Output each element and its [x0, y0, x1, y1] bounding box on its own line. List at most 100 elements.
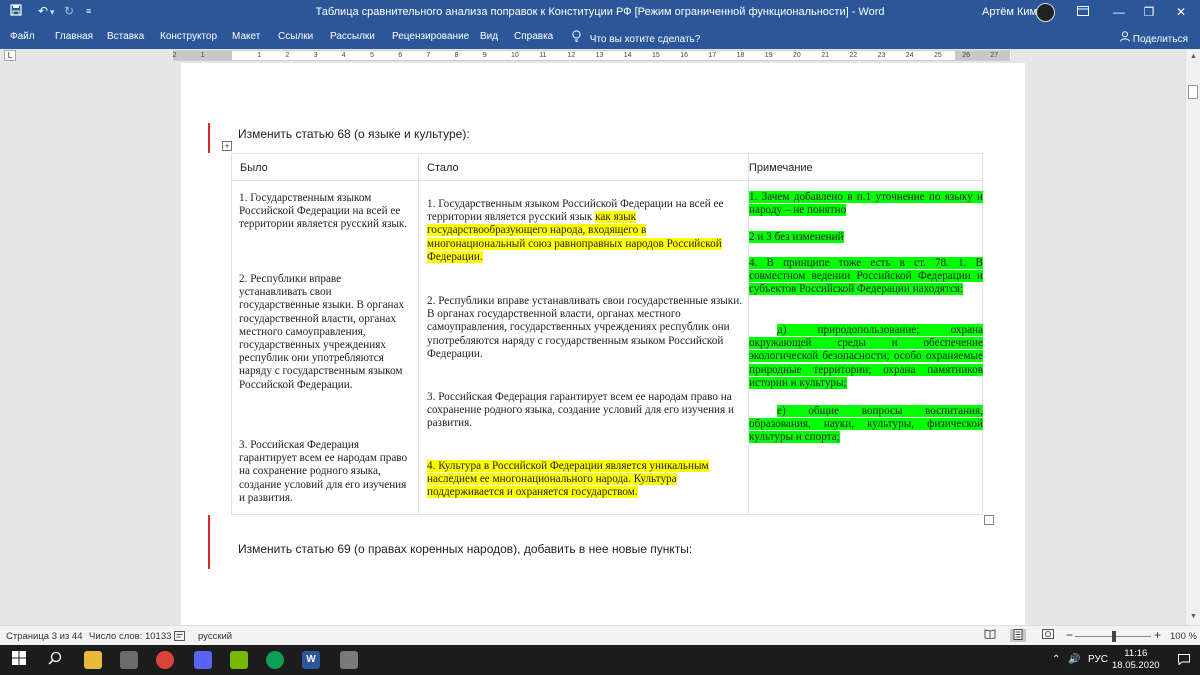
scrollbar-thumb[interactable] [1188, 85, 1198, 99]
taskbar: W ⌃ 🔊 РУС 11:16 18.05.2020 [0, 645, 1200, 675]
tab-review[interactable]: Рецензирование [392, 31, 469, 42]
became-item-3[interactable]: 3. Российская Федерация гарантирует всем… [427, 391, 743, 431]
note-item-1-text: 1. Зачем добавлено в п.1 уточнение по яз… [749, 191, 983, 217]
note-item-2[interactable]: 2 и 3 без изменений [749, 231, 983, 244]
discord-icon[interactable] [194, 651, 212, 669]
ruler-number: 23 [877, 52, 886, 59]
table-resize-handle[interactable] [984, 515, 994, 525]
scroll-down-icon[interactable]: ▼ [1186, 611, 1200, 623]
ruler-number: 19 [764, 52, 773, 59]
ruler-number: 5 [370, 52, 374, 59]
word-icon[interactable]: W [302, 651, 320, 669]
nvidia-icon[interactable] [230, 651, 248, 669]
note-item-1[interactable]: 1. Зачем добавлено в п.1 уточнение по яз… [749, 191, 983, 217]
search-icon[interactable] [46, 651, 64, 669]
ribbon-display-options-icon[interactable] [1068, 2, 1098, 22]
print-layout-icon[interactable] [1010, 629, 1026, 642]
horizontal-ruler[interactable]: 2 1 1 2 3 4 5 6 7 8 9 10 11 12 13 14 15 16 17 18 19 20 21 22 23 2… [173, 50, 1011, 61]
ruler-number: 25 [934, 52, 942, 59]
ruler-number: 27 [990, 52, 999, 59]
header-became[interactable]: Стало [427, 162, 459, 174]
speaker-icon[interactable]: 🔊 [1068, 654, 1080, 665]
document-page[interactable]: Изменить статью 68 (о языке и культуре):… [181, 63, 1025, 625]
became-item-2[interactable]: 2. Республики вправе устанавливать свои … [427, 295, 743, 361]
was-item-2[interactable]: 2. Республики вправе устанавливать свои … [239, 273, 411, 392]
note-item-4[interactable]: д) природопользование; охрана окружающей… [749, 324, 983, 390]
change-bar [208, 515, 210, 569]
document-area[interactable]: Изменить статью 68 (о языке и культуре):… [0, 63, 1185, 625]
ruler-number: 11 [539, 52, 547, 59]
clock[interactable]: 11:16 18.05.2020 [1112, 648, 1160, 672]
note-item-3[interactable]: 4. В принципе тоже есть в ст. 78. 1. В с… [749, 257, 983, 297]
windows-start-icon[interactable] [10, 651, 28, 669]
change-bar [208, 123, 210, 153]
file-explorer-icon[interactable] [84, 651, 102, 669]
tab-layout[interactable]: Макет [232, 31, 260, 42]
ruler-number: 4 [341, 52, 346, 59]
tab-file[interactable]: Файл [10, 31, 35, 42]
web-layout-icon[interactable] [1040, 629, 1056, 642]
ruler-number: 26 [962, 52, 970, 59]
close-button[interactable]: ✕ [1166, 2, 1196, 22]
became-item-4[interactable]: 4. Культура в Российской Федерации являе… [427, 460, 743, 500]
proofing-icon[interactable] [174, 631, 185, 644]
zoom-level[interactable]: 100 % [1170, 631, 1197, 642]
tab-selector[interactable]: L [4, 50, 16, 61]
header-note[interactable]: Примечание [749, 162, 813, 174]
user-name[interactable]: Артём Ким [982, 6, 1037, 18]
avatar[interactable] [1036, 3, 1055, 22]
header-was[interactable]: Было [240, 162, 268, 174]
notifications-icon[interactable] [1178, 654, 1190, 668]
was-item-3[interactable]: 3. Российская Федерация гарантирует всем… [239, 439, 415, 505]
ruler-bar: L 2 1 1 2 3 4 5 6 7 8 9 10 11 12 13 14 15 16 17 18 19 20 21 22 2… [0, 49, 1200, 63]
word-count[interactable]: Число слов: 10133 [89, 631, 171, 642]
zoom-out-button[interactable]: − [1066, 628, 1073, 642]
table-move-handle[interactable]: + [222, 141, 232, 151]
ruler-number: 18 [736, 52, 745, 59]
comparison-table[interactable]: Было Стало Примечание 1. Государственным… [231, 153, 983, 515]
ruler-number: 10 [511, 52, 519, 59]
chevron-up-icon[interactable]: ⌃ [1052, 654, 1060, 665]
keyboard-language[interactable]: РУС [1088, 654, 1108, 665]
zoom-in-button[interactable]: + [1154, 628, 1161, 642]
title-bar: ↶ ▾ ↻ ≡ Таблица сравнительного анализа п… [0, 0, 1200, 25]
app-icon[interactable] [120, 651, 138, 669]
tab-mailings[interactable]: Рассылки [330, 31, 375, 42]
chrome-icon[interactable] [156, 651, 174, 669]
chrome-profile-icon[interactable] [266, 651, 284, 669]
app-icon-2[interactable] [340, 651, 358, 669]
ruler-number: 20 [793, 52, 801, 59]
was-item-1[interactable]: 1. Государственным языком Российской Фед… [239, 192, 411, 232]
ruler-number: 24 [905, 52, 914, 59]
zoom-slider-thumb[interactable] [1112, 631, 1116, 642]
ruler-number: 22 [849, 52, 858, 59]
ruler-number: 1 [200, 52, 205, 59]
read-mode-icon[interactable] [982, 629, 998, 642]
vertical-scrollbar[interactable]: ▲ ▼ [1185, 49, 1200, 625]
tell-me-search[interactable]: Что вы хотите сделать? [572, 30, 700, 45]
tab-view[interactable]: Вид [480, 31, 498, 42]
tab-design[interactable]: Конструктор [160, 31, 217, 42]
minimize-button[interactable]: — [1104, 2, 1134, 22]
ruler-number: 17 [708, 52, 717, 59]
tab-references[interactable]: Ссылки [278, 31, 313, 42]
ruler-number: 12 [567, 52, 576, 59]
language-indicator[interactable]: русский [198, 631, 232, 642]
note-item-5[interactable]: е) общие вопросы воспитания, образования… [749, 405, 983, 445]
became-item-1[interactable]: 1. Государственным языком Российской Фед… [427, 198, 743, 264]
restore-button[interactable]: ❐ [1134, 2, 1164, 22]
scroll-up-icon[interactable]: ▲ [1186, 51, 1200, 63]
share-button[interactable]: Поделиться [1120, 31, 1188, 45]
paragraph-article-68[interactable]: Изменить статью 68 (о языке и культуре): [238, 127, 470, 141]
tab-home[interactable]: Главная [55, 31, 93, 42]
note-item-4-text: д) природопользование; охрана окружающей… [749, 324, 983, 389]
share-label: Поделиться [1132, 34, 1189, 45]
page-counter[interactable]: Страница 3 из 44 [6, 631, 83, 642]
table-row-divider [232, 180, 982, 181]
tab-insert[interactable]: Вставка [107, 31, 144, 42]
tab-help[interactable]: Справка [514, 31, 553, 42]
ruler-number: 3 [313, 52, 318, 59]
ruler-number: 7 [426, 52, 431, 59]
ruler-number: 21 [821, 52, 829, 59]
paragraph-article-69[interactable]: Изменить статью 69 (о правах коренных на… [238, 542, 692, 556]
